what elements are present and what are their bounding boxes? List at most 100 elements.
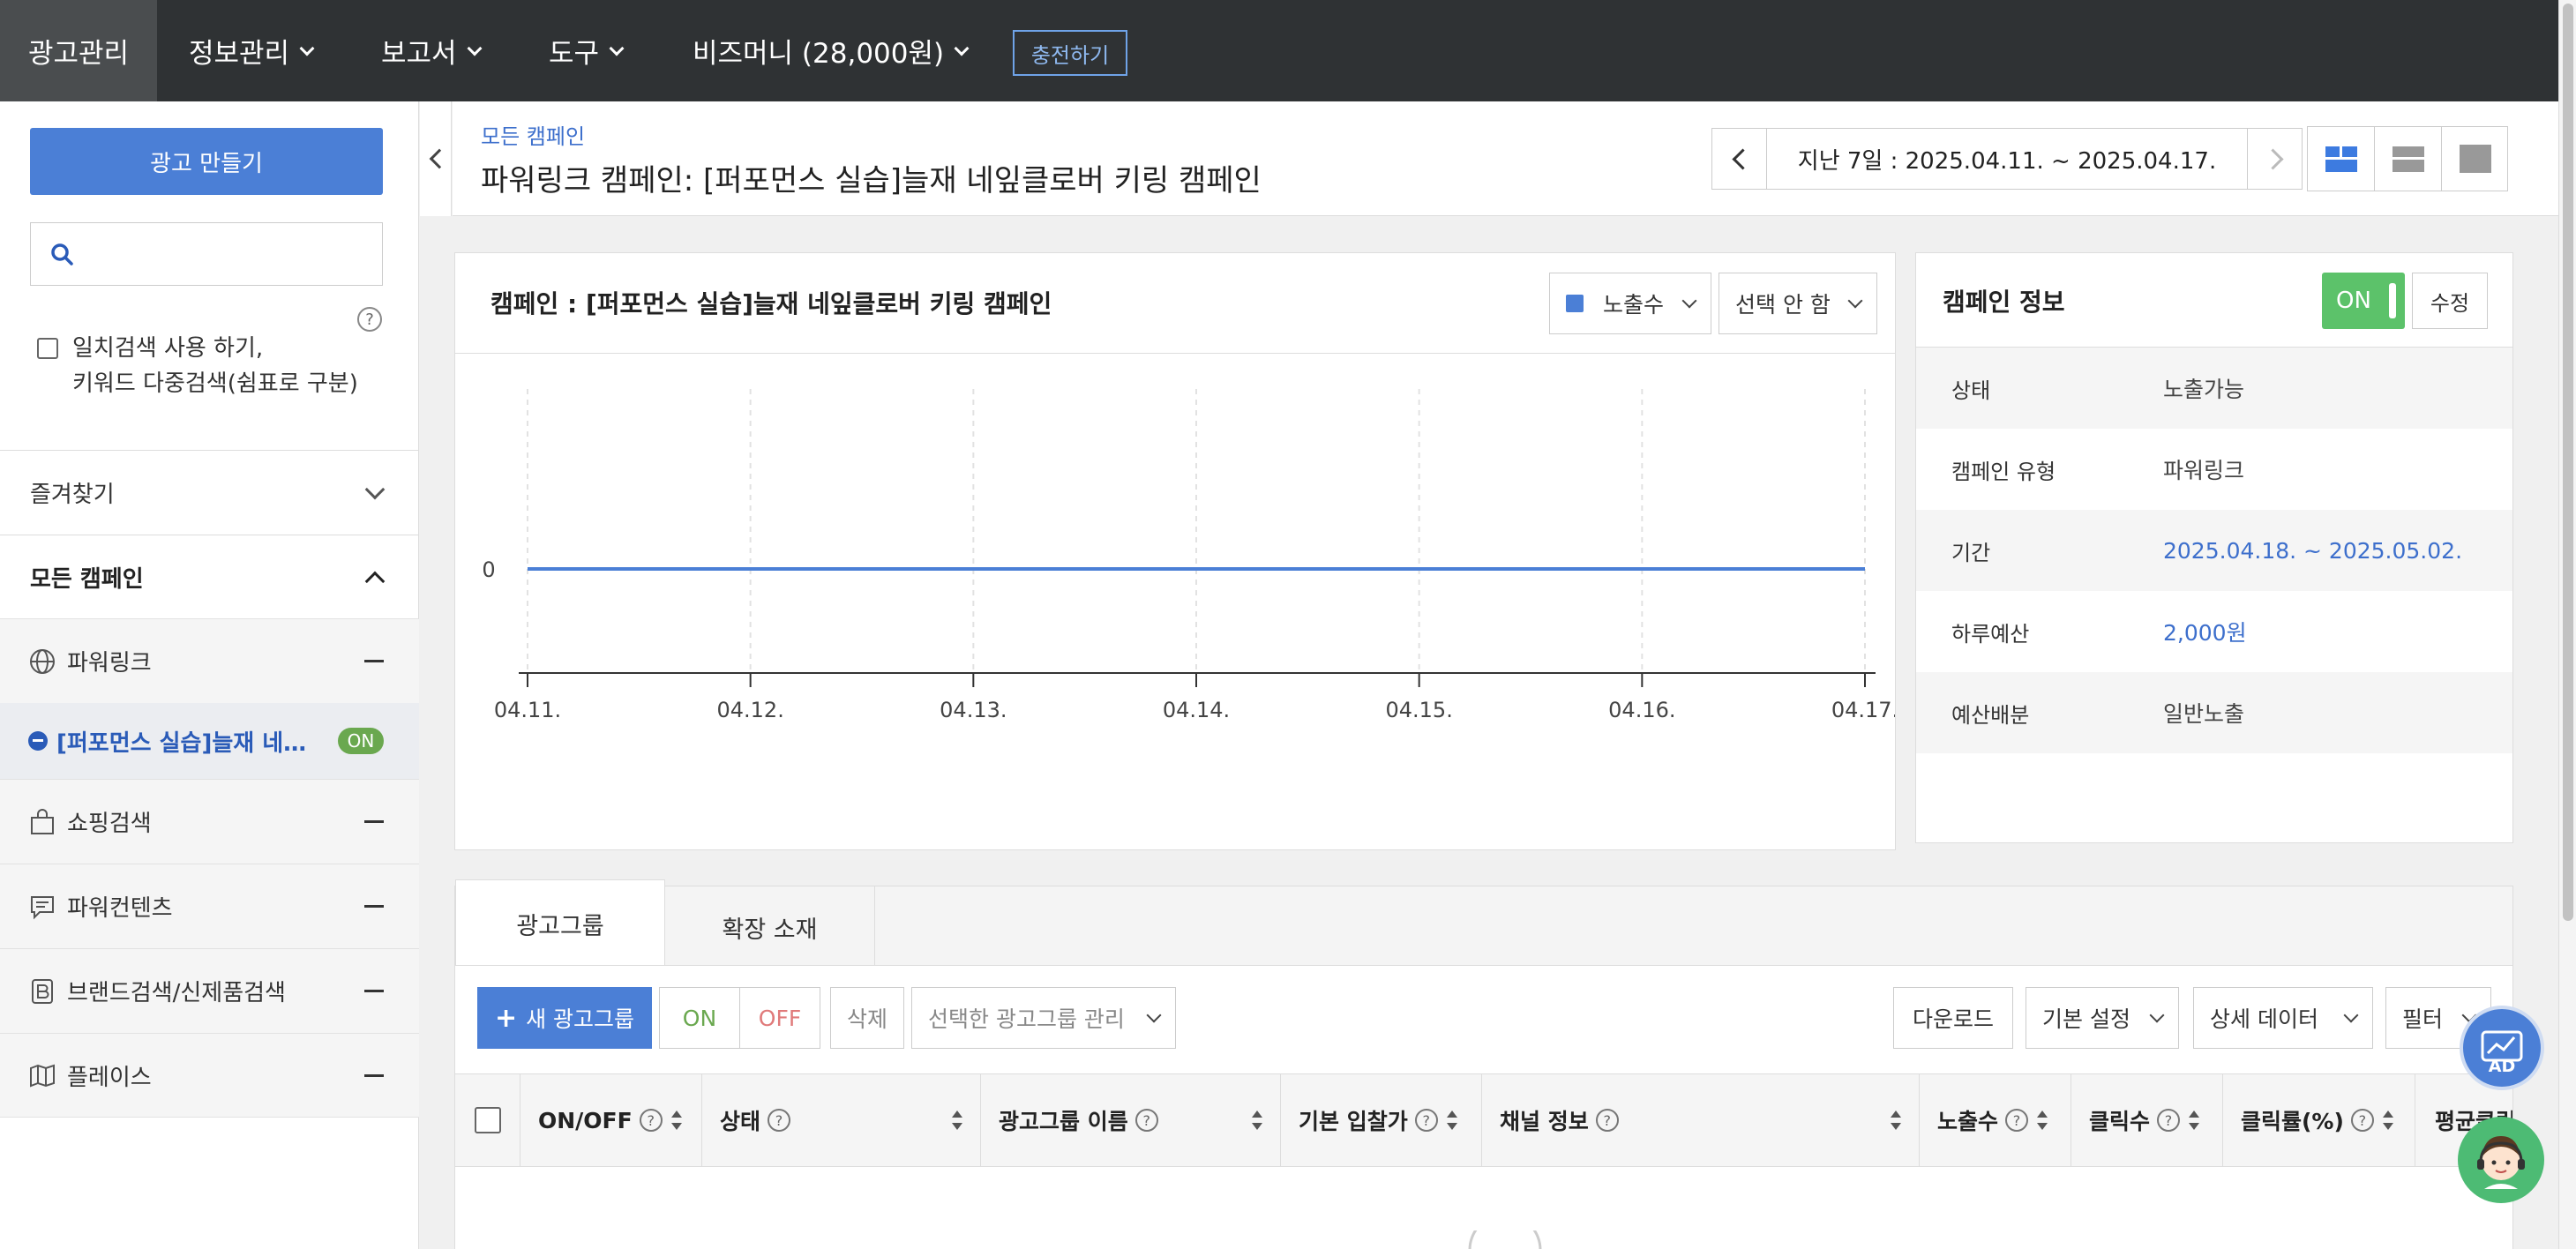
nav-reports[interactable]: 보고서 (381, 0, 483, 101)
exact-search-checkbox[interactable] (37, 338, 58, 359)
view-split-button[interactable] (2308, 127, 2375, 191)
status-badge: ON (338, 728, 384, 754)
ad-group-table-panel: + 새 광고그룹 ON OFF 삭제 선택한 광고그룹 관리 다운로드 기본 설… (454, 965, 2513, 1249)
help-icon[interactable]: ? (2005, 1109, 2029, 1132)
table-header: ON/OFF? 상태? 광고그룹 이름? 기본 입찰가? 채널 정보? 노출수?… (455, 1073, 2512, 1167)
sidebar-active-campaign[interactable]: [퍼포먼스 실습]늘재 네… ON (0, 703, 419, 779)
column-label: 상태 (720, 1109, 761, 1134)
basic-settings-dropdown[interactable]: 기본 설정 (2026, 987, 2179, 1049)
column-label: 노출수 (1937, 1109, 1999, 1134)
sort-icon[interactable] (950, 1110, 962, 1131)
info-key: 기간 (1951, 540, 1991, 565)
sort-icon[interactable] (1889, 1110, 1901, 1131)
edit-button[interactable]: 수정 (2412, 273, 2488, 329)
minus-icon[interactable] (364, 1073, 384, 1077)
date-prev-button[interactable] (1712, 129, 1767, 189)
column-channel-info[interactable]: 채널 정보? (1482, 1074, 1920, 1166)
help-icon[interactable]: ? (639, 1109, 663, 1132)
select-all-checkbox[interactable] (474, 1107, 501, 1133)
minus-icon[interactable] (364, 820, 384, 823)
sidebar-collapse-button[interactable] (420, 101, 452, 216)
sidebar-item-label: 파워링크 (67, 650, 152, 677)
sidebar-search-input[interactable] (30, 222, 383, 286)
create-ad-button[interactable]: 광고 만들기 (30, 128, 383, 195)
column-label: 광고그룹 이름 (999, 1109, 1128, 1134)
column-ad-group-name[interactable]: 광고그룹 이름? (981, 1074, 1281, 1166)
help-icon[interactable]: ? (1414, 1109, 1438, 1132)
view-full-button[interactable] (2442, 127, 2509, 191)
view-mode-toggle (2307, 126, 2508, 191)
info-value-link[interactable]: 2025.04.18. ~ 2025.05.02. (2163, 538, 2462, 564)
info-title: 캠페인 정보 (1943, 288, 2065, 317)
favorites-label: 즐겨찾기 (30, 482, 115, 508)
minus-icon[interactable] (364, 990, 384, 992)
column-impressions[interactable]: 노출수? (1920, 1074, 2071, 1166)
sidebar-item-powercontents[interactable]: 파워컨텐츠 (0, 864, 419, 948)
all-campaigns-section[interactable]: 모든 캠페인 (0, 535, 419, 619)
help-icon[interactable]: ? (2350, 1109, 2374, 1132)
search-icon (51, 243, 73, 266)
info-value-link[interactable]: 2,000원 (2163, 616, 2247, 647)
off-button[interactable]: OFF (739, 987, 820, 1049)
minus-icon[interactable] (364, 660, 384, 662)
info-key: 예산배분 (1951, 702, 2030, 728)
nav-bizmoney[interactable]: 비즈머니 (28,000원) (693, 0, 970, 101)
sort-icon[interactable] (2035, 1110, 2048, 1131)
column-onoff[interactable]: ON/OFF? (520, 1074, 702, 1166)
detail-data-dropdown[interactable]: 상세 데이터 (2193, 987, 2373, 1049)
campaign-on-toggle[interactable]: ON (2322, 273, 2405, 329)
help-icon[interactable]: ? (1595, 1109, 1619, 1132)
sidebar-item-place[interactable]: 플레이스 (0, 1033, 419, 1118)
help-icon[interactable]: ? (357, 307, 382, 332)
chevron-down-icon (2343, 1007, 2359, 1023)
ad-report-floating-button[interactable]: AD (2460, 1006, 2544, 1090)
sort-icon[interactable] (1250, 1110, 1262, 1131)
nav-info-management[interactable]: 정보관리 (189, 0, 315, 101)
second-metric-select[interactable]: 선택 안 함 (1719, 273, 1877, 334)
help-chat-floating-button[interactable] (2458, 1117, 2544, 1203)
column-default-bid[interactable]: 기본 입찰가? (1281, 1074, 1482, 1166)
sort-icon[interactable] (1445, 1110, 1457, 1131)
manage-selected-label: 선택한 광고그룹 관리 (928, 1006, 1125, 1032)
active-campaign-label: [퍼포먼스 실습]늘재 네… (56, 729, 307, 757)
sidebar-item-brand-search[interactable]: 브랜드검색/신제품검색 (0, 948, 419, 1033)
metric-select[interactable]: 노출수 (1549, 273, 1711, 334)
scrollbar-thumb[interactable] (2563, 4, 2573, 921)
manage-selected-dropdown[interactable]: 선택한 광고그룹 관리 (911, 987, 1176, 1049)
download-button[interactable]: 다운로드 (1893, 987, 2013, 1049)
tab-ad-groups[interactable]: 광고그룹 (455, 879, 665, 968)
help-icon[interactable]: ? (2157, 1109, 2181, 1132)
chevron-down-icon (2149, 1007, 2165, 1023)
favorites-section[interactable]: 즐겨찾기 (0, 450, 419, 535)
chevron-left-icon (429, 148, 450, 169)
metric-select-label: 노출수 (1603, 292, 1665, 318)
delete-button[interactable]: 삭제 (830, 987, 904, 1049)
minus-icon[interactable] (364, 905, 384, 908)
help-icon[interactable]: ? (1134, 1109, 1158, 1132)
page-scrollbar[interactable] (2558, 0, 2576, 1249)
view-rows-button[interactable] (2375, 127, 2442, 191)
sort-icon[interactable] (2187, 1110, 2200, 1131)
on-button[interactable]: ON (659, 987, 740, 1049)
nav-ad-management[interactable]: 광고관리 (0, 0, 157, 101)
nav-label: 비즈머니 (28,000원) (693, 38, 945, 70)
sidebar-item-powerlink[interactable]: 파워링크 (0, 618, 419, 703)
column-clicks[interactable]: 클릭수? (2071, 1074, 2223, 1166)
chart-panel: 캠페인 : [퍼포먼스 실습]늘재 네잎클로버 키링 캠페인 노출수 선택 안 … (454, 252, 1896, 850)
info-row-status: 상태 노출가능 (1916, 348, 2512, 429)
date-range-label[interactable]: 지난 7일 : 2025.04.11. ~ 2025.04.17. (1767, 129, 2247, 189)
date-next-button[interactable] (2247, 129, 2302, 189)
nav-tools[interactable]: 도구 (549, 0, 625, 101)
select-all-cell (455, 1074, 520, 1166)
breadcrumb[interactable]: 모든 캠페인 (481, 119, 585, 150)
help-icon[interactable]: ? (768, 1109, 791, 1132)
charge-button[interactable]: 충전하기 (1013, 30, 1127, 76)
sort-icon[interactable] (670, 1110, 682, 1131)
line-chart: 04.11. 04.12. 04.13. 04.14. 04.15. 04.16. 04.1… (482, 389, 1895, 722)
column-status[interactable]: 상태? (702, 1074, 981, 1166)
sidebar-item-shopping[interactable]: 쇼핑검색 (0, 779, 419, 864)
tab-extensions[interactable]: 확장 소재 (665, 886, 875, 968)
new-ad-group-button[interactable]: + 새 광고그룹 (477, 987, 652, 1049)
column-ctr[interactable]: 클릭률(%)? (2223, 1074, 2415, 1166)
sort-icon[interactable] (2381, 1110, 2393, 1131)
